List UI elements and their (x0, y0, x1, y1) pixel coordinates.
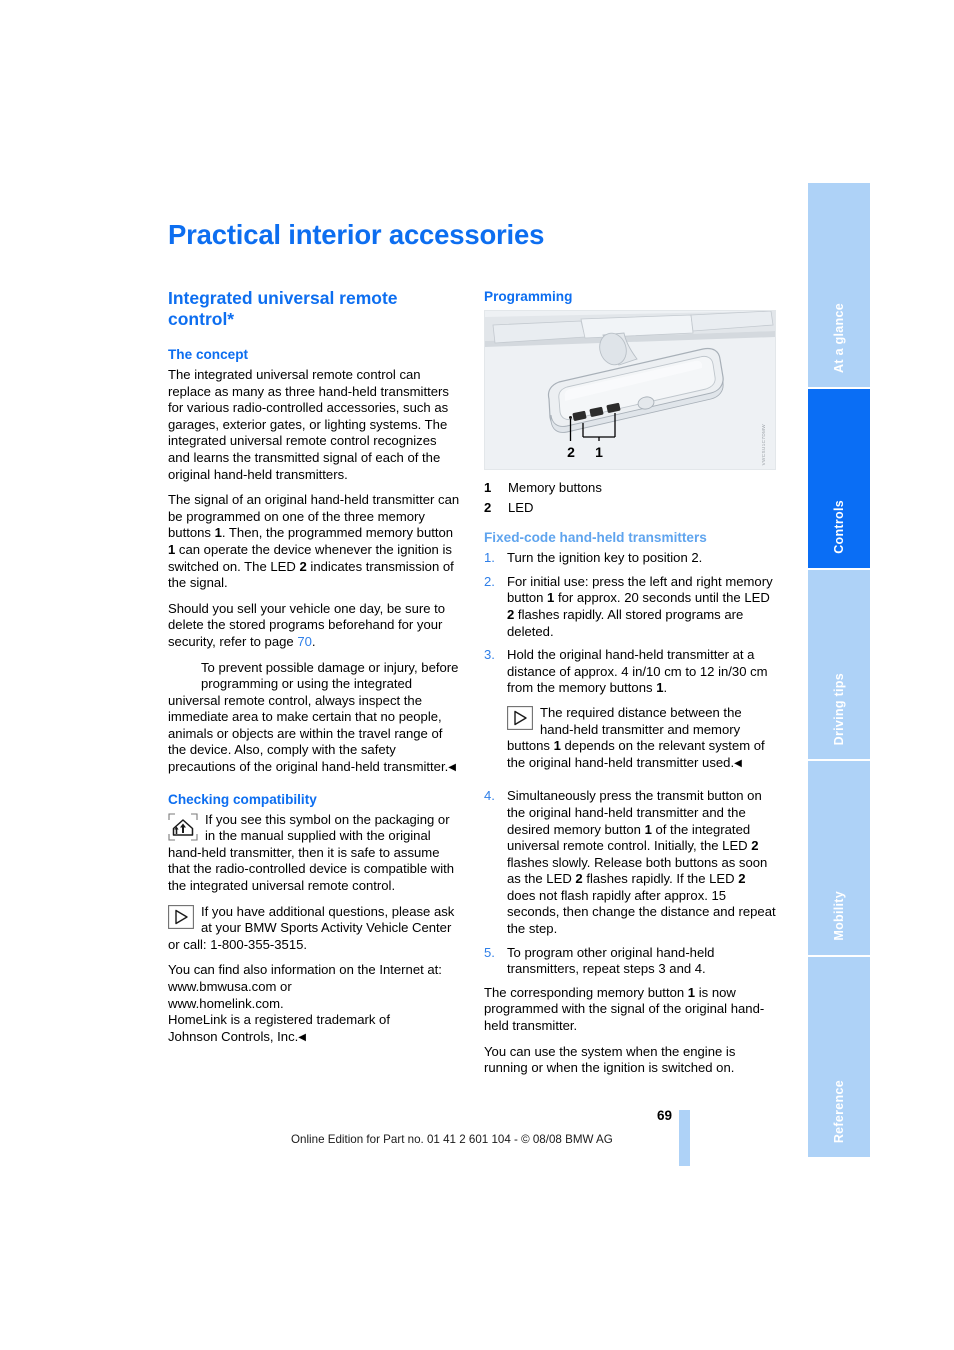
legend-number: 2 (484, 499, 492, 515)
subheading-checking-compatibility: Checking compatibility (168, 791, 317, 807)
text-run: . Then, the programmed memory button (221, 525, 454, 541)
legend-number: 1 (484, 480, 492, 495)
step-text: Simultaneously press the transmit button… (507, 788, 776, 937)
sidebar-tab-reference[interactable]: Reference (808, 957, 870, 1157)
warning-text: To prevent possible damage or injury, be… (168, 660, 460, 777)
step-note-block: The required distance between the hand-h… (507, 705, 776, 772)
contact-line-1: If you have additional questions, please… (168, 903, 455, 952)
sidebar-tab-label: At a glance (832, 303, 846, 373)
contact-line-5: HomeLink is a registered trademark of (168, 1012, 390, 1028)
rich-text: Hold the original hand-held transmitter … (507, 647, 776, 697)
legend-item: 2 LED (484, 500, 776, 517)
text-run: Hold the original hand-held transmitter … (507, 647, 768, 696)
note-pointer-icon (507, 705, 533, 730)
legend-label: Memory buttons (508, 480, 602, 495)
callout-ref: 2 (738, 871, 746, 887)
rear-view-mirror-illustration: 2 1 VWCSU1C7DMW (484, 310, 776, 470)
sidebar-tab-label: Controls (832, 500, 846, 554)
legend-item: 1 Memory buttons (484, 480, 776, 497)
sidebar-tab-mobility[interactable]: Mobility (808, 761, 870, 957)
rich-text: Simultaneously press the transmit button… (507, 788, 776, 937)
sidebar-tab-label: Reference (832, 1079, 846, 1143)
text-run: flashes rapidly. If the LED (582, 871, 739, 887)
page-title: Practical interior accessories (168, 219, 545, 250)
programming-steps-list: 1. Turn the ignition key to position 2. … (484, 550, 776, 978)
text-run: . (663, 680, 668, 696)
homelink-house-icon (168, 813, 198, 841)
concept-paragraph-2: The signal of an original hand-held tran… (168, 492, 460, 592)
text-run: does not flash rapidly after approx. 15 … (507, 887, 776, 937)
figure-image-code: VWCSU1C7DMW (761, 423, 767, 465)
sidebar-tab-controls[interactable]: Controls (808, 389, 870, 570)
text-run: To prevent possible damage or injury, be… (168, 659, 459, 775)
end-mark: ◀ (298, 1031, 306, 1043)
step-text: To program other original hand-held tran… (507, 945, 776, 978)
text-run: Turn the ignition key to position 2. (507, 550, 703, 566)
closing-paragraph-2: You can use the system when the engine i… (484, 1043, 736, 1076)
text-run: Johnson Controls, Inc. (168, 1028, 299, 1044)
contact-line-6: Johnson Controls, Inc.◀ (168, 1029, 460, 1047)
step-item: 1. Turn the ignition key to position 2. (484, 550, 776, 567)
callout-ref: 1 (687, 984, 696, 1000)
warning-note-block: To prevent possible damage or injury, be… (168, 660, 460, 777)
sidebar-tab-driving-tips[interactable]: Driving tips (808, 570, 870, 761)
svg-text:1: 1 (595, 444, 603, 460)
compatibility-text: If you see this symbol on the packaging … (168, 811, 455, 894)
sidebar-tab-label: Driving tips (832, 672, 846, 745)
right-column: Programming 2 1 VWCSU1C7DMW 1 Memory but… (484, 288, 776, 1086)
svg-text:2: 2 (567, 444, 575, 460)
subheading-programming: Programming (484, 289, 573, 304)
section-heading-remote-control: Integrated universal remote control* (168, 288, 398, 329)
step-text: Turn the ignition key to position 2. (507, 550, 776, 567)
step-number: 1. (484, 550, 495, 566)
step-number: 4. (484, 788, 495, 804)
callout-ref: 2 (299, 558, 307, 574)
contact-line-2: You can find also information on the Int… (168, 962, 442, 978)
closing-paragraph-1: The corresponding memory button 1 is now… (484, 985, 776, 1035)
step-text: For initial use: press the left and righ… (507, 574, 776, 640)
page-number-bar (679, 1110, 690, 1166)
page-number: 69 (656, 1108, 672, 1123)
sidebar-tab-at-a-glance[interactable]: At a glance (808, 183, 870, 389)
callout-ref: 2 (751, 838, 759, 854)
step-number: 2. (484, 573, 495, 589)
rich-text: For initial use: press the left and righ… (507, 574, 776, 640)
callout-ref: 2 (575, 871, 583, 887)
end-mark: ◀ (734, 757, 742, 769)
legend-label: LED (508, 499, 534, 515)
step-item: 3. Hold the original hand-held transmitt… (484, 647, 776, 781)
step-item: 2. For initial use: press the left and r… (484, 574, 776, 640)
figure-legend: 1 Memory buttons 2 LED (484, 480, 776, 516)
step-text: Hold the original hand-held transmitter … (507, 647, 776, 781)
text-run: . (311, 633, 316, 649)
callout-ref: 1 (214, 525, 222, 541)
callout-ref: 1 (644, 821, 652, 837)
note-pointer-icon (168, 904, 194, 929)
subheading-the-concept: The concept (168, 347, 249, 362)
contact-line-4: www.homelink.com. (168, 995, 284, 1011)
concept-paragraph-1: The integrated universal remote control … (168, 367, 449, 482)
footer-edition-text: Online Edition for Part no. 01 41 2 601 … (291, 1133, 613, 1146)
subheading-fixed-code-transmitters: Fixed-code hand-held transmitters (484, 530, 707, 546)
step-item: 5. To program other original hand-held t… (484, 945, 776, 978)
page-cross-reference[interactable]: 70 (297, 634, 312, 649)
compatibility-note-block: If you see this symbol on the packaging … (168, 812, 460, 895)
text-run: To program other original hand-held tran… (507, 944, 715, 977)
text-run: The corresponding memory button (484, 984, 688, 1000)
chapter-tab-sidebar: At a glance Controls Driving tips Mobili… (808, 183, 870, 1157)
contact-line-3: www.bmwusa.com or (168, 979, 292, 994)
concept-paragraph-3: Should you sell your vehicle one day, be… (168, 601, 460, 651)
step-number: 5. (484, 944, 495, 960)
callout-ref: 1 (553, 738, 561, 754)
contact-note-block: If you have additional questions, please… (168, 904, 460, 954)
left-column: Integrated universal remote control* The… (168, 288, 460, 1046)
step-item: 4. Simultaneously press the transmit but… (484, 788, 776, 937)
step-number: 3. (484, 647, 495, 663)
text-run: for approx. 20 seconds until the LED (554, 590, 770, 606)
end-mark: ◀ (448, 762, 456, 774)
sidebar-tab-label: Mobility (832, 891, 846, 941)
warning-triangle-icon (168, 660, 194, 687)
rich-text: The required distance between the hand-h… (507, 705, 776, 772)
text-run: flashes rapidly. All stored programs are… (507, 606, 744, 639)
